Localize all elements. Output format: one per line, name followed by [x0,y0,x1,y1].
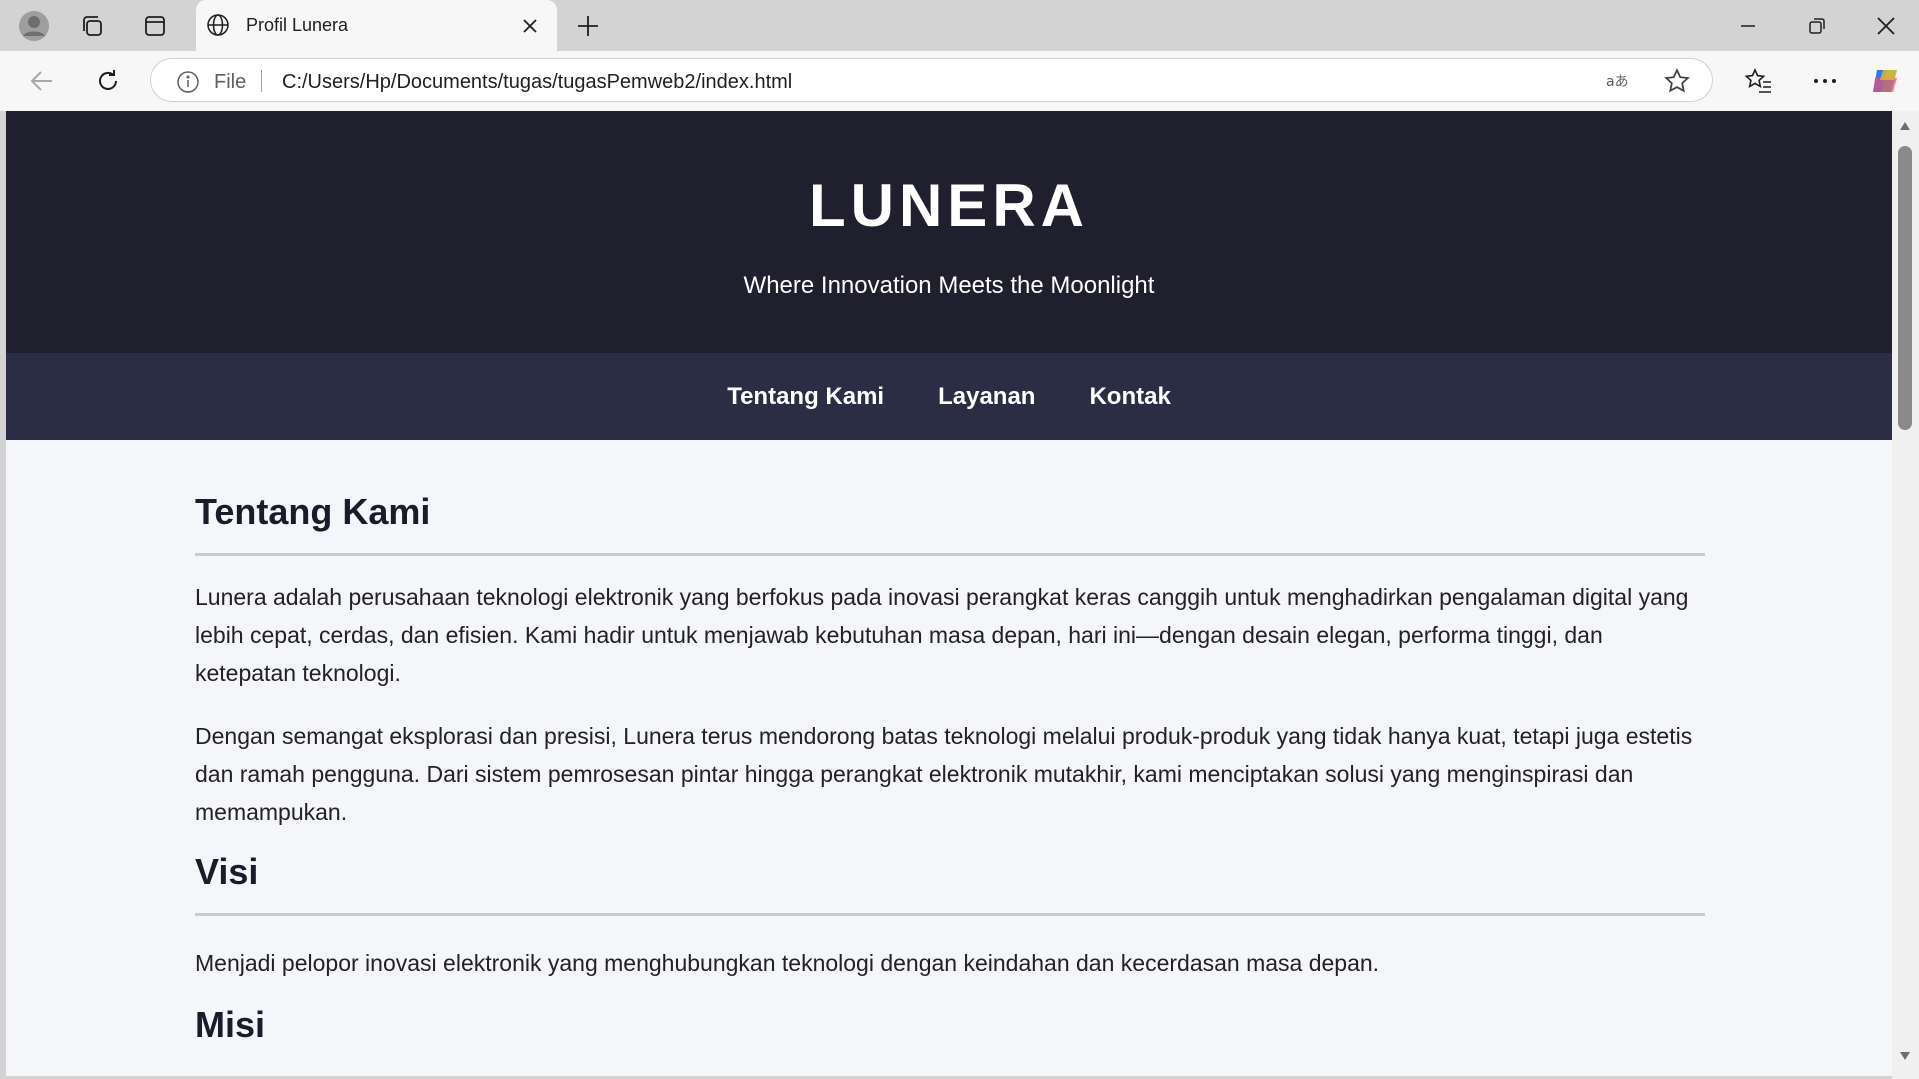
browser-tab[interactable]: Profil Lunera [196,0,557,51]
workspaces-icon[interactable] [74,8,110,44]
minimize-icon[interactable] [1717,0,1779,51]
tab-title: Profil Lunera [246,15,349,35]
read-aloud-icon[interactable]: aあ [1605,69,1633,93]
address-scheme: File [214,71,247,93]
browser-tab-bar: Profil Lunera [0,0,1919,51]
new-tab-icon[interactable] [570,8,606,44]
close-icon[interactable] [518,14,542,38]
window-close-icon[interactable] [1855,0,1917,51]
about-paragraph-1: Lunera adalah perusahaan teknologi elekt… [195,584,1689,686]
svg-text:aあ: aあ [1606,74,1629,90]
nav-link-tentang-kami[interactable]: Tentang Kami [727,383,884,411]
more-icon[interactable] [1807,63,1843,99]
address-url[interactable]: C:/Users/Hp/Documents/tugas/tugasPemweb2… [282,71,792,94]
mission-heading: Misi [195,1004,266,1045]
site-tagline: Where Innovation Meets the Moonlight [743,272,1155,299]
restore-icon[interactable] [1786,0,1848,51]
page-viewport: LUNERA Where Innovation Meets the Moonli… [6,111,1892,1076]
vision-text: Menjadi pelopor inovasi elektronik yang … [195,950,1380,976]
vision-heading: Visi [195,851,1705,916]
refresh-icon[interactable] [90,63,126,99]
nav-link-kontak[interactable]: Kontak [1089,383,1170,411]
about-paragraph-2: Dengan semangat eksplorasi dan presisi, … [195,723,1693,825]
page-scrollbar[interactable] [1892,111,1919,1079]
scroll-up-icon[interactable] [1898,119,1912,133]
favorite-star-icon[interactable] [1663,68,1691,93]
info-icon[interactable] [176,70,200,99]
address-bar[interactable]: File C:/Users/Hp/Documents/tugas/tugasPe… [150,58,1713,102]
scroll-thumb[interactable] [1898,146,1912,430]
profile-icon[interactable] [16,8,52,44]
favorites-icon[interactable] [1741,63,1777,99]
scroll-down-icon[interactable] [1898,1049,1912,1063]
about-heading: Tentang Kami [195,491,1705,556]
main-content: Tentang Kami Lunera adalah perusahaan te… [195,491,1705,1066]
tab-actions-icon[interactable] [137,8,173,44]
nav-link-layanan[interactable]: Layanan [938,383,1035,411]
globe-icon [206,13,230,42]
site-title: LUNERA [809,172,1089,239]
site-header: LUNERA Where Innovation Meets the Moonli… [6,111,1892,353]
copilot-icon[interactable] [1868,63,1904,99]
site-nav: Tentang Kami Layanan Kontak [6,353,1892,440]
back-icon[interactable] [24,63,60,99]
browser-toolbar: File C:/Users/Hp/Documents/tugas/tugasPe… [0,51,1919,111]
address-divider [261,70,262,92]
